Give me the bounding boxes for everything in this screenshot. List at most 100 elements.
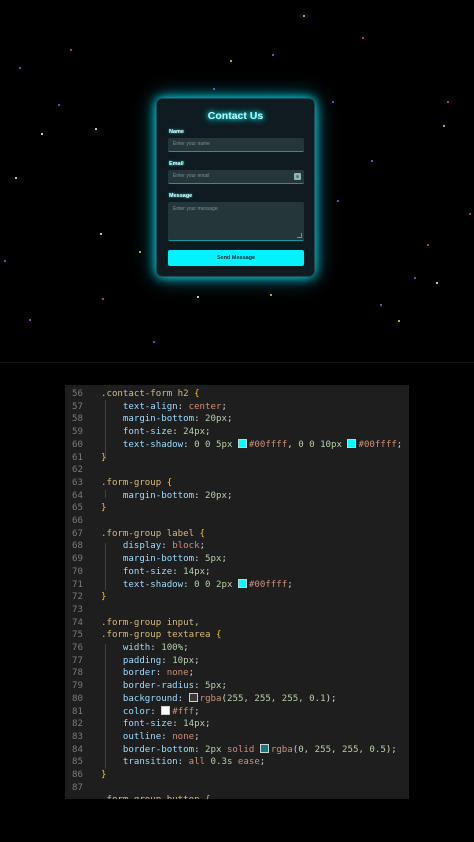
code-text: .form-group textarea { <box>101 629 221 642</box>
code-line: 76 width: 100%; <box>65 642 409 655</box>
code-token: .form-group textarea <box>101 630 211 641</box>
resize-handle-icon[interactable] <box>297 233 302 238</box>
code-text: .form-group label { <box>101 528 205 541</box>
code-text: text-shadow: 0 0 2px #00ffff; <box>101 578 293 592</box>
line-number: 87 <box>72 782 83 793</box>
star <box>414 277 416 279</box>
code-line: 78 border: none; <box>65 667 409 680</box>
code-token: : <box>194 490 206 501</box>
autofill-icon[interactable]: ✉ <box>294 173 301 180</box>
code-token: : <box>161 731 173 742</box>
section-divider <box>0 362 474 363</box>
line-number: 61 <box>72 452 83 463</box>
star <box>213 88 215 90</box>
code-text: padding: 10px; <box>101 655 200 668</box>
star <box>58 104 60 106</box>
line-number: 75 <box>72 630 83 641</box>
star <box>70 49 72 51</box>
code-text: display: block; <box>101 540 205 553</box>
code-token: center <box>188 401 222 412</box>
code-line: 60 text-shadow: 0 0 5px #00ffff, 0 0 10p… <box>65 438 409 452</box>
line-number: 76 <box>72 643 83 653</box>
code-line: 61} <box>65 452 409 465</box>
code-token: ease <box>237 757 260 768</box>
color-swatch-icon[interactable] <box>188 692 198 702</box>
star <box>19 67 21 69</box>
star <box>303 15 305 17</box>
code-text: border: none; <box>101 667 194 680</box>
code-token: 20px <box>205 414 227 425</box>
star <box>362 37 364 39</box>
star <box>380 304 382 306</box>
code-token: : <box>194 744 206 755</box>
code-token: : <box>161 541 173 552</box>
code-text: border-radius: 5px; <box>101 680 227 693</box>
code-token: : <box>183 439 195 450</box>
code-token: , <box>287 439 299 450</box>
code-token: 10px <box>172 655 195 666</box>
code-token: rgba <box>270 744 293 755</box>
code-token: 2px <box>205 744 227 755</box>
name-placeholder: Enter your name <box>173 141 210 147</box>
color-swatch-icon[interactable] <box>347 438 357 448</box>
star <box>102 298 104 300</box>
code-token: width <box>122 643 151 653</box>
star <box>447 101 449 103</box>
code-token: rgba <box>199 693 222 704</box>
color-swatch-icon[interactable] <box>237 578 247 588</box>
line-number: 71 <box>72 579 83 590</box>
name-label: Name <box>169 129 184 135</box>
code-text: .form-group { <box>101 477 172 490</box>
code-line: 59 font-size: 24px; <box>65 426 409 439</box>
code-line: 73 <box>65 604 409 617</box>
star <box>427 244 429 246</box>
contact-form: Contact Us Name Enter your name Email En… <box>156 98 315 277</box>
code-token: : <box>172 427 184 438</box>
code-token: 0 0 10px <box>298 439 348 450</box>
code-token: all <box>188 757 211 768</box>
code-text: font-size: 14px; <box>101 718 211 731</box>
send-message-button[interactable]: Send Message <box>168 250 304 266</box>
star <box>337 200 339 202</box>
line-number: 80 <box>72 693 83 704</box>
code-line: 72} <box>65 591 409 604</box>
code-token: { <box>161 477 173 488</box>
code-token: : <box>177 693 189 704</box>
code-line: 80 background: rgba(255, 255, 255, 0.1); <box>65 692 409 706</box>
message-textarea[interactable]: Enter your message <box>168 202 304 241</box>
line-number: 70 <box>72 566 83 577</box>
code-token: ); <box>385 744 397 755</box>
code-editor[interactable]: 56 .contact-form h2 {57 text-align: cente… <box>65 385 409 799</box>
star <box>15 177 17 179</box>
code-token: ; <box>205 427 211 438</box>
star <box>4 260 6 262</box>
code-token: 5px <box>205 554 222 565</box>
line-number: 65 <box>72 503 83 514</box>
color-swatch-icon[interactable] <box>161 705 171 715</box>
code-token: : <box>177 757 189 768</box>
name-input[interactable]: Enter your name <box>168 138 304 152</box>
code-line: 57 text-align: center; <box>65 401 409 414</box>
code-line: 62 <box>65 464 409 477</box>
code-token: margin-bottom <box>122 490 195 501</box>
code-text: border-bottom: 2px solid rgba(0, 255, 25… <box>101 743 397 757</box>
code-token: { <box>210 630 222 641</box>
code-token: text-align <box>122 401 178 412</box>
star <box>100 233 102 235</box>
code-token: { <box>188 389 200 399</box>
line-number: 56 <box>72 389 83 399</box>
line-number: 78 <box>72 668 83 679</box>
code-token: } <box>101 770 107 780</box>
color-swatch-icon[interactable] <box>259 743 269 753</box>
email-input[interactable]: Enter your email ✉ <box>168 170 304 184</box>
color-swatch-icon[interactable] <box>237 438 247 448</box>
code-token: ; <box>221 681 227 692</box>
code-token: none <box>172 731 195 742</box>
code-token: : <box>172 566 184 577</box>
code-token: 24px <box>183 427 206 438</box>
line-number: 83 <box>72 731 83 742</box>
